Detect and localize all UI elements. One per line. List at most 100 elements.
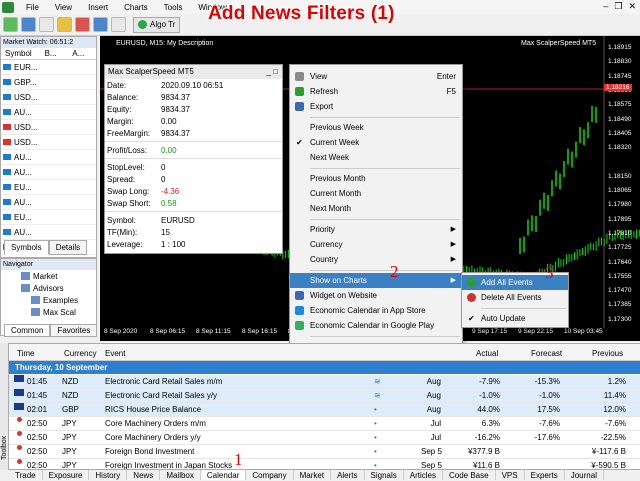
col-forecast[interactable]: Forecast xyxy=(531,349,562,358)
nav-item-market[interactable]: Market xyxy=(1,270,96,282)
close-icon[interactable]: ✕ xyxy=(628,1,636,12)
price-tick-label: 1.18830 xyxy=(608,58,632,66)
strategy-tester-icon[interactable] xyxy=(75,17,90,32)
play-icon xyxy=(138,20,147,29)
market-watch-row[interactable]: EU... xyxy=(1,180,96,195)
tab-calendar[interactable]: Calendar xyxy=(200,470,247,480)
country-flag-icon xyxy=(14,403,24,410)
tab-favorites[interactable]: Favorites xyxy=(50,324,98,337)
nav-item-examples[interactable]: Examples xyxy=(1,294,96,306)
navigator-icon[interactable] xyxy=(57,17,72,32)
context-menu-item[interactable]: Widget on Website xyxy=(290,288,462,303)
market-watch-row[interactable]: GBP... xyxy=(1,75,96,90)
market-watch-row[interactable]: AU... xyxy=(1,150,96,165)
tab-code-base[interactable]: Code Base xyxy=(443,470,496,480)
market-watch-row[interactable]: AU... xyxy=(1,165,96,180)
tab-company[interactable]: Company xyxy=(246,470,294,480)
market-watch-row[interactable]: AU... xyxy=(1,105,96,120)
menu-charts[interactable]: Charts xyxy=(116,3,156,12)
market-watch-row[interactable]: AU... xyxy=(1,195,96,210)
tab-trade[interactable]: Trade xyxy=(9,470,43,480)
tab-mailbox[interactable]: Mailbox xyxy=(160,470,201,480)
submenu-item[interactable]: ✔ Auto Update xyxy=(462,311,568,326)
panel-controls-icon[interactable]: _ □ xyxy=(266,65,278,79)
market-watch-row[interactable]: USD... xyxy=(1,135,96,150)
context-menu-item[interactable]: Refresh F5 xyxy=(290,84,462,99)
calendar-row[interactable]: 02:01 GBP RICS House Price Balance • Aug 44.0… xyxy=(9,403,640,417)
terminal-icon[interactable] xyxy=(93,17,108,32)
market-watch-row[interactable]: EUR... xyxy=(1,60,96,75)
context-menu-item[interactable]: Economic Calendar in App Store xyxy=(290,303,462,318)
market-watch-row[interactable]: AU... xyxy=(1,225,96,240)
symbol-name: AU... xyxy=(14,197,32,207)
menu-view[interactable]: View xyxy=(47,3,80,12)
context-menu-item[interactable]: Country ▶ xyxy=(290,252,462,267)
minimize-icon[interactable]: – xyxy=(603,1,608,12)
context-menu-item[interactable]: Current Month xyxy=(290,186,462,201)
tab-details[interactable]: Details xyxy=(48,240,88,255)
column-ask[interactable]: A... xyxy=(68,48,96,59)
tab-alerts[interactable]: Alerts xyxy=(331,470,365,480)
chart-title: EURUSD, M15: My Description xyxy=(116,40,214,47)
tab-vps[interactable]: VPS xyxy=(496,470,525,480)
column-bid[interactable]: B... xyxy=(41,48,69,59)
context-menu-item[interactable]: Priority ▶ xyxy=(290,222,462,237)
submenu-label: Auto Update xyxy=(481,314,526,323)
menu-tools[interactable]: Tools xyxy=(156,3,191,12)
context-menu-item[interactable]: ✔ Current Week xyxy=(290,135,462,150)
column-symbol[interactable]: Symbol xyxy=(1,48,41,59)
context-menu-item[interactable]: Export xyxy=(290,99,462,114)
col-event[interactable]: Event xyxy=(105,349,125,358)
menu-insert[interactable]: Insert xyxy=(80,3,116,12)
new-chart-icon[interactable] xyxy=(3,17,18,32)
context-menu-item[interactable]: Show on Charts ▶ xyxy=(290,273,462,288)
context-menu-item[interactable]: Next Month xyxy=(290,201,462,216)
calendar-row[interactable]: 02:50 JPY Foreign Bond Investment • Sep 5 ¥37… xyxy=(9,445,640,459)
nav-item-label: Examples xyxy=(43,295,79,305)
market-watch-row[interactable]: EU... xyxy=(1,210,96,225)
tab-news[interactable]: News xyxy=(127,470,161,480)
context-menu-item[interactable]: View Enter xyxy=(290,69,462,84)
menu-file[interactable]: File xyxy=(18,3,47,12)
tab-history[interactable]: History xyxy=(89,470,128,480)
profiles-icon[interactable] xyxy=(21,17,36,32)
col-time[interactable]: Time xyxy=(17,349,34,358)
context-menu-item[interactable]: Currency ▶ xyxy=(290,237,462,252)
col-previous[interactable]: Previous xyxy=(592,349,623,358)
context-menu-item[interactable]: Previous Month xyxy=(290,171,462,186)
context-menu-item[interactable]: Economic Calendar in Google Play xyxy=(290,318,462,333)
context-menu-item[interactable]: Previous Week xyxy=(290,120,462,135)
event-actual: 6.3% xyxy=(481,419,500,428)
col-actual[interactable]: Actual xyxy=(476,349,498,358)
tab-articles[interactable]: Articles xyxy=(404,470,443,480)
tab-signals[interactable]: Signals xyxy=(365,470,404,480)
price-tick-label: 1.17555 xyxy=(608,272,632,280)
tab-experts[interactable]: Experts xyxy=(525,470,565,480)
calendar-row[interactable]: 02:50 JPY Core Machinery Orders y/y • Jul -16… xyxy=(9,431,640,445)
tab-symbols[interactable]: Symbols xyxy=(4,240,49,255)
tab-exposure[interactable]: Exposure xyxy=(43,470,90,480)
context-menu-item[interactable]: Next Week xyxy=(290,150,462,165)
restore-icon[interactable]: ❐ xyxy=(614,1,622,12)
calendar-row[interactable]: 01:45 NZD Electronic Card Retail Sales y/y… xyxy=(9,389,640,403)
submenu-item[interactable]: Delete All Events xyxy=(462,290,568,305)
symbol-name: EUR... xyxy=(14,62,38,72)
importance-dot-icon xyxy=(17,445,22,450)
nav-item-max-scalper[interactable]: Max Scal xyxy=(1,306,96,318)
nav-item-advisors[interactable]: Advisors xyxy=(1,282,96,294)
market-watch-row[interactable]: USD... xyxy=(1,90,96,105)
calendar-day-header: Thursday, 10 September xyxy=(9,361,640,374)
col-currency[interactable]: Currency xyxy=(64,349,96,358)
market-watch-row[interactable]: USD... xyxy=(1,120,96,135)
market-watch-icon[interactable] xyxy=(39,17,54,32)
tab-journal[interactable]: Journal xyxy=(565,470,604,480)
algo-trading-button[interactable]: Algo Tr xyxy=(133,16,181,33)
tab-market[interactable]: Market xyxy=(294,470,332,480)
event-name: Core Machinery Orders m/m xyxy=(105,419,206,428)
menu-separator xyxy=(481,308,566,309)
tab-common[interactable]: Common xyxy=(4,324,51,337)
calendar-row[interactable]: 01:45 NZD Electronic Card Retail Sales m/m… xyxy=(9,375,640,389)
options-icon[interactable] xyxy=(111,17,126,32)
ea-info-title-bar: Max ScalperSpeed MT5 _ □ xyxy=(105,65,282,79)
calendar-row[interactable]: 02:50 JPY Core Machinery Orders m/m • Jul 6.3… xyxy=(9,417,640,431)
